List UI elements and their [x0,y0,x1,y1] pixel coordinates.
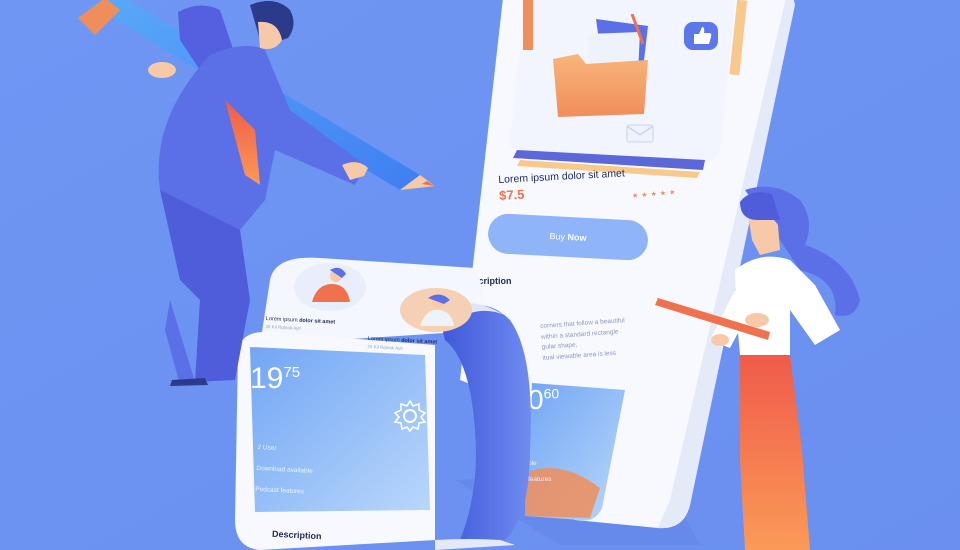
gear-icon [393,399,427,433]
mail-icon [626,124,654,143]
like-icon [684,22,718,50]
plan-features: 2 User Download available Podcast featur… [255,437,315,503]
buy-now-label-prefix: Buy [549,231,568,242]
buy-now-label-strong: Now [567,231,587,243]
man-with-pencil [78,0,435,386]
plan-feature: 2 User [257,443,277,452]
woman-with-ruler [655,186,860,550]
plan-feature: Download available [256,464,313,475]
folder-icon [553,14,648,117]
plan-feature: Podcast features [255,485,305,496]
illustration-scene: Lorem ipsum dolor sit amet $7.5 ★★★★★ Bu… [0,0,960,550]
